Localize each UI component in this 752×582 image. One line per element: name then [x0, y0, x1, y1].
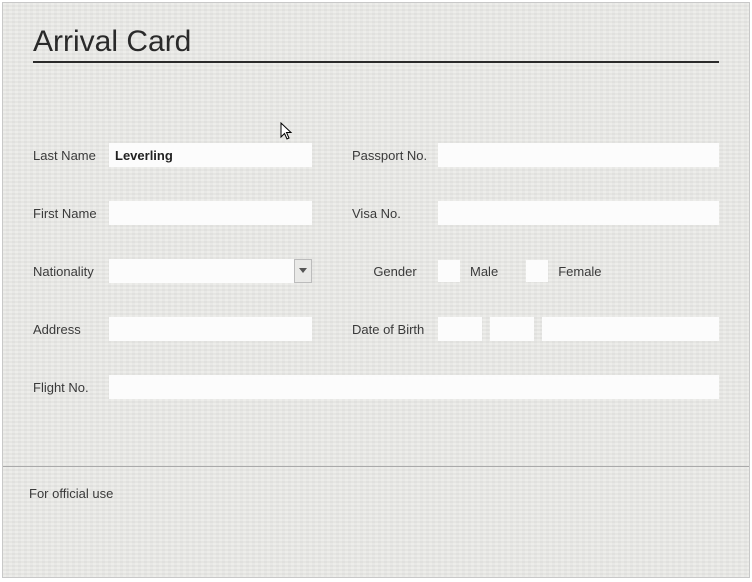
last-name-input[interactable] — [109, 143, 312, 167]
arrival-card-window: Arrival Card Last Name Passport No. Firs… — [2, 2, 750, 578]
page-title: Arrival Card — [33, 25, 719, 63]
nationality-select[interactable] — [109, 259, 312, 283]
female-label: Female — [558, 264, 601, 279]
male-checkbox[interactable] — [438, 260, 460, 282]
visa-no-label: Visa No. — [352, 206, 438, 221]
nationality-value — [109, 259, 294, 283]
passport-no-input[interactable] — [438, 143, 719, 167]
visa-no-input[interactable] — [438, 201, 719, 225]
address-input[interactable] — [109, 317, 312, 341]
last-name-label: Last Name — [33, 148, 109, 163]
dob-month-input[interactable] — [490, 317, 534, 341]
dob-day-input[interactable] — [438, 317, 482, 341]
official-use-label: For official use — [29, 486, 113, 501]
flight-no-input[interactable] — [109, 375, 719, 399]
section-divider — [3, 466, 749, 467]
nationality-label: Nationality — [33, 264, 109, 279]
female-checkbox[interactable] — [526, 260, 548, 282]
gender-label: Gender — [352, 264, 438, 279]
chevron-down-icon[interactable] — [294, 259, 312, 283]
male-label: Male — [470, 264, 498, 279]
passport-no-label: Passport No. — [352, 148, 438, 163]
dob-year-input[interactable] — [542, 317, 719, 341]
flight-no-label: Flight No. — [33, 380, 109, 395]
address-label: Address — [33, 322, 109, 337]
first-name-label: First Name — [33, 206, 109, 221]
first-name-input[interactable] — [109, 201, 312, 225]
dob-label: Date of Birth — [352, 322, 438, 337]
